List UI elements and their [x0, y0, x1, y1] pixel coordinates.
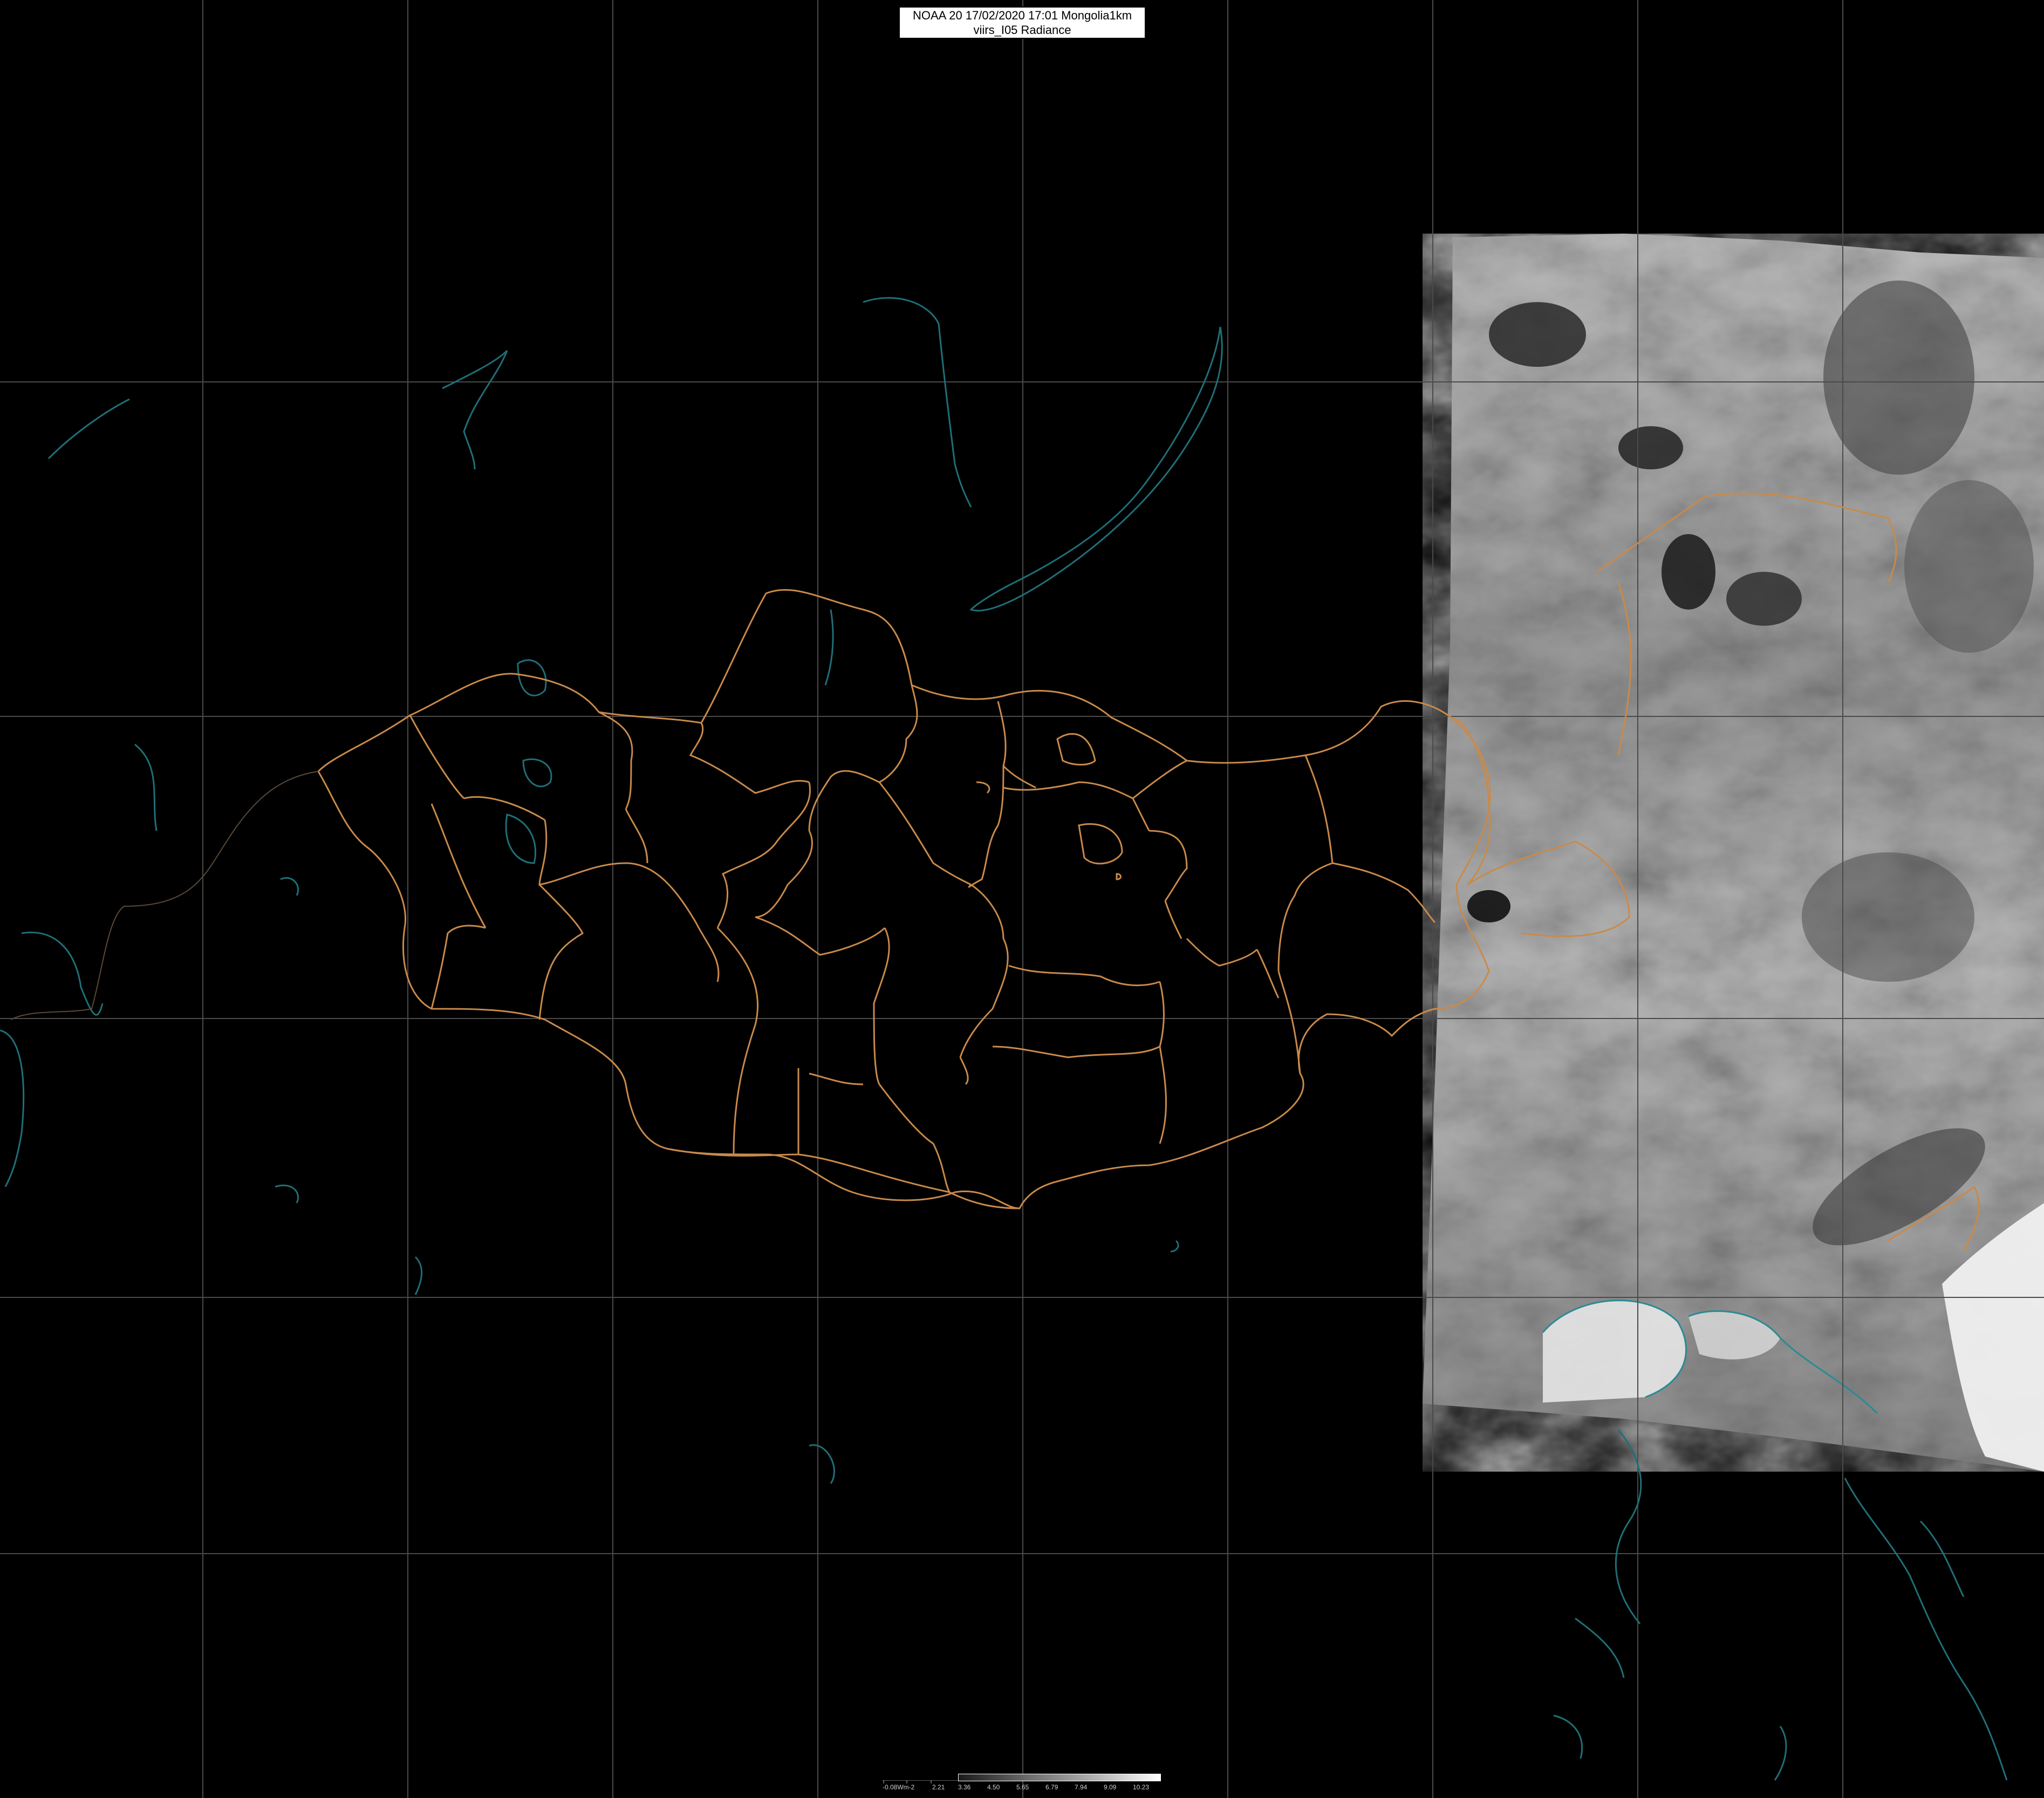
map-title: NOAA 20 17/02/2020 17:01 Mongolia1km	[912, 9, 1132, 22]
legend-tick: 4.50	[987, 1783, 1000, 1791]
legend-unit: -0.08Wm-2	[883, 1783, 915, 1791]
map-canvas	[0, 0, 2044, 1798]
western-borders	[10, 771, 319, 1020]
legend-color-ramp	[958, 1774, 1161, 1781]
lake-baikal	[969, 326, 1223, 612]
legend-tick: 2.21	[932, 1783, 945, 1791]
legend-tick: 10.23	[1133, 1783, 1150, 1791]
legend-tick-labels: -0.08Wm-2 2.21 3.36 4.50 5.65 6.79 7.94 …	[883, 1783, 1160, 1793]
legend-tick: 5.65	[1016, 1783, 1029, 1791]
legend-tick: 3.36	[958, 1783, 971, 1791]
colorbar-legend: -0.08Wm-2 2.21 3.36 4.50 5.65 6.79 7.94 …	[883, 1772, 1161, 1794]
legend-tick: 9.09	[1104, 1783, 1117, 1791]
korea-coast	[1844, 1478, 2008, 1781]
satellite-swath	[1423, 234, 2044, 1472]
legend-tick: 6.79	[1045, 1783, 1058, 1791]
map-subtitle: viirs_I05 Radiance	[973, 23, 1071, 37]
legend-tick: 7.94	[1075, 1783, 1088, 1791]
map-title-box: NOAA 20 17/02/2020 17:01 Mongolia1km vii…	[899, 6, 1146, 39]
